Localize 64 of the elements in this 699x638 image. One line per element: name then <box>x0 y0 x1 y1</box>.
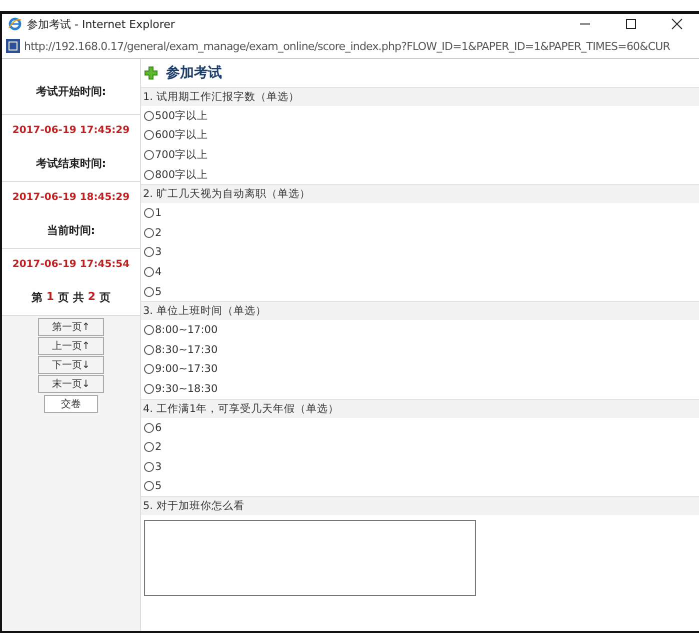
start-time-value: 2017-06-19 17:45:29 <box>12 125 130 136</box>
question-header: 1. 试用期工作汇报字数（单选） <box>141 87 699 106</box>
current-time-value: 2017-06-19 17:45:54 <box>12 259 130 270</box>
page-title: 参加考试 <box>166 64 222 82</box>
site-icon <box>6 39 20 53</box>
radio-button[interactable] <box>144 344 154 355</box>
page-nav-button[interactable]: 末一页↓ <box>38 375 104 393</box>
url-text: http://192.168.0.17/general/exam_manage/exam_online/score_index.php?FLOW_ID=1&PAPER_ID=1&PAPER_TIMES=60&CUR <box>24 40 670 52</box>
radio-button[interactable] <box>144 228 154 238</box>
option-label[interactable]: 8:30~17:30 <box>155 344 218 356</box>
answer-box[interactable] <box>144 520 476 596</box>
option-label[interactable]: 800字以上 <box>155 168 208 182</box>
page-nav-button[interactable]: 第一页↑ <box>38 318 104 336</box>
option-label[interactable]: 2 <box>155 441 162 454</box>
option-label[interactable]: 6 <box>155 422 162 434</box>
radio-button[interactable] <box>144 170 154 180</box>
option-label[interactable]: 3 <box>155 460 162 473</box>
option-label[interactable]: 8:00~17:00 <box>155 324 218 336</box>
radio-button[interactable] <box>144 364 154 374</box>
submit-button[interactable]: 交卷 <box>44 395 98 413</box>
radio-button[interactable] <box>144 150 154 160</box>
option-label[interactable]: 700字以上 <box>155 148 208 162</box>
radio-button[interactable] <box>144 481 154 492</box>
page-indicator-text: 页 <box>100 290 111 305</box>
radio-button[interactable] <box>144 325 154 336</box>
question-header: 3. 单位上班时间（单选） <box>141 301 699 320</box>
option-label[interactable]: 4 <box>155 266 162 278</box>
question-header: 5. 对于加班你怎么看 <box>141 496 699 516</box>
question-header: 4. 工作满1年，可享受几天年假（单选） <box>141 398 699 418</box>
close-icon[interactable] <box>671 18 683 30</box>
current-page-number: 1 <box>46 290 54 305</box>
page-nav-button[interactable]: 下一页↓ <box>38 356 104 374</box>
page-indicator-text: 第 <box>31 290 42 305</box>
option-label[interactable]: 2 <box>155 226 162 239</box>
radio-button[interactable] <box>144 462 154 472</box>
current-time-label: 当前时间: <box>46 223 96 238</box>
radio-button[interactable] <box>144 422 154 433</box>
maximize-icon[interactable] <box>625 18 637 30</box>
end-time-value: 2017-06-19 18:45:29 <box>12 192 130 203</box>
option-label[interactable]: 1 <box>155 207 162 220</box>
radio-button[interactable] <box>144 130 154 140</box>
radio-button[interactable] <box>144 384 154 394</box>
question-header: 2. 旷工几天视为自动离职（单选） <box>141 184 699 204</box>
page-nav-button[interactable]: 上一页↑ <box>38 337 104 355</box>
option-label[interactable]: 500字以上 <box>155 108 208 123</box>
browser-logo-icon <box>8 17 22 31</box>
radio-button[interactable] <box>144 286 154 297</box>
window-title: 参加考试 - Internet Explorer <box>27 16 175 32</box>
total-page-number: 2 <box>88 290 96 305</box>
page-indicator-text: 页 共 <box>58 290 84 305</box>
option-label[interactable]: 9:30~18:30 <box>155 382 218 395</box>
radio-button[interactable] <box>144 266 154 277</box>
option-label[interactable]: 9:00~17:30 <box>155 363 218 376</box>
start-time-label: 考试开始时间: <box>36 84 106 99</box>
radio-button[interactable] <box>144 442 154 452</box>
plus-icon <box>144 66 158 80</box>
end-time-label: 考试结束时间: <box>36 156 106 171</box>
radio-button[interactable] <box>144 110 154 121</box>
option-label[interactable]: 5 <box>155 286 162 298</box>
option-label[interactable]: 5 <box>155 480 162 492</box>
option-label[interactable]: 3 <box>155 246 162 258</box>
radio-button[interactable] <box>144 247 154 258</box>
option-label[interactable]: 600字以上 <box>155 128 208 142</box>
radio-button[interactable] <box>144 208 154 218</box>
